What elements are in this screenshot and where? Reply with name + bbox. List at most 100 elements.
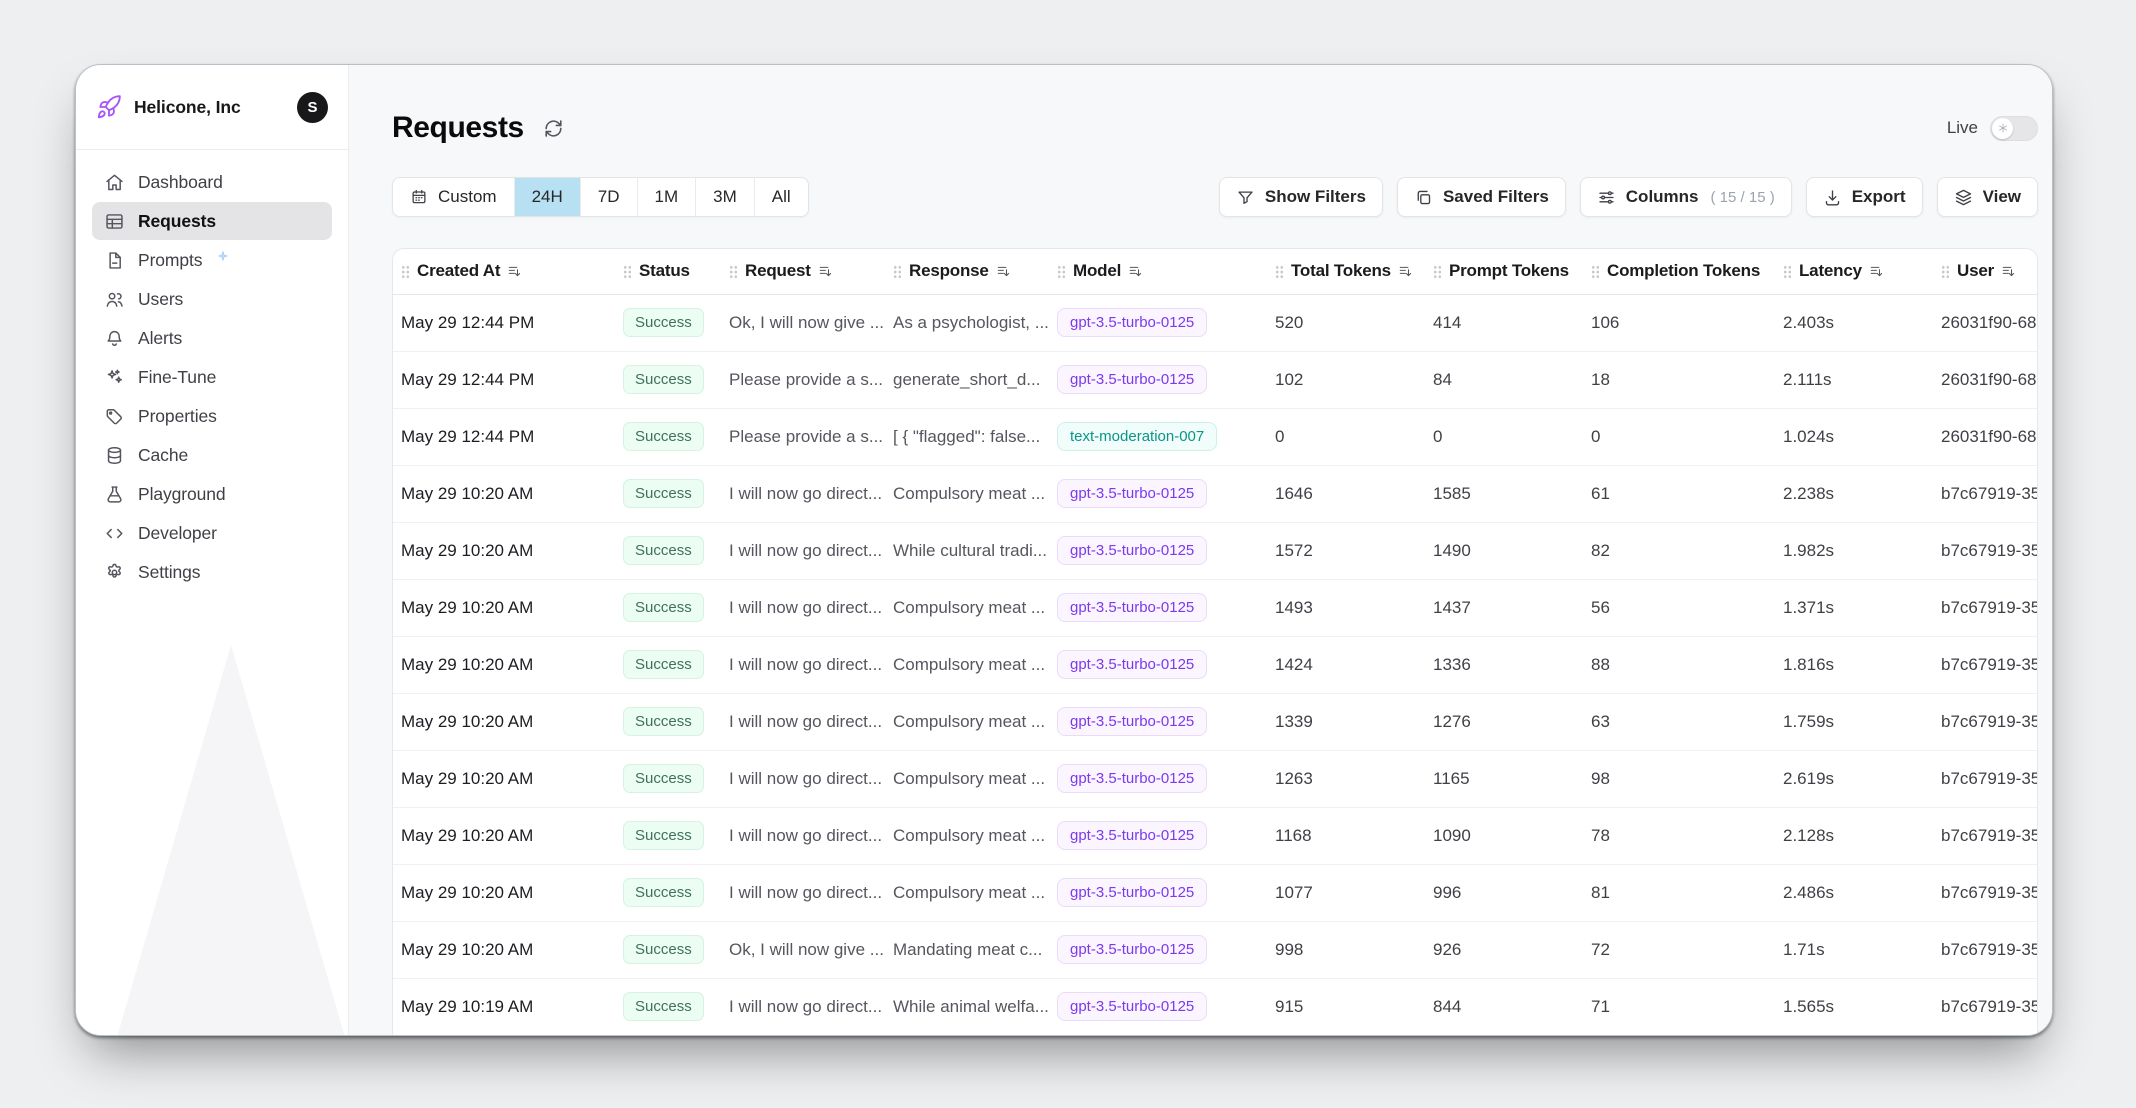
table-row[interactable]: May 29 10:20 AMSuccessI will now go dire… [393,522,2038,579]
refresh-icon[interactable] [542,117,565,140]
sidebar-item-alerts[interactable]: Alerts [92,319,332,357]
cell-request: I will now go direct... [721,636,885,693]
table-row[interactable]: May 29 10:20 AMSuccessI will now go dire… [393,579,2038,636]
drag-handle-icon[interactable] [893,264,902,278]
table-row[interactable]: May 29 12:44 PMSuccessPlease provide a s… [393,408,2038,465]
column-header-response[interactable]: Response [885,249,1049,294]
sidebar-item-playground[interactable]: Playground [92,475,332,513]
column-header-created-at[interactable]: Created At [393,249,615,294]
sort-icon[interactable] [1128,264,1143,279]
time-range-custom[interactable]: Custom [393,178,514,216]
model-badge: gpt-3.5-turbo-0125 [1057,992,1207,1021]
download-icon [1823,188,1842,207]
column-header-request[interactable]: Request [721,249,885,294]
sidebar-item-label: Fine-Tune [138,367,216,388]
column-header-total-tokens[interactable]: Total Tokens [1267,249,1425,294]
drag-handle-icon[interactable] [1591,264,1600,278]
cell-prompt-tokens: 926 [1425,921,1583,978]
column-header-completion-tokens[interactable]: Completion Tokens [1583,249,1775,294]
sidebar-item-settings[interactable]: Settings [92,553,332,591]
drag-handle-icon[interactable] [401,264,410,278]
cell-user: b7c67919-35 [1933,465,2038,522]
time-range-24h[interactable]: 24H [514,178,580,216]
time-range-all[interactable]: All [754,178,808,216]
table-row[interactable]: May 29 10:20 AMSuccessI will now go dire… [393,807,2038,864]
time-range-1m[interactable]: 1M [637,178,696,216]
table-row[interactable]: May 29 10:20 AMSuccessI will now go dire… [393,693,2038,750]
cell-created-at: May 29 10:20 AM [393,750,615,807]
sort-icon[interactable] [996,264,1011,279]
table-row[interactable]: May 29 10:20 AMSuccessOk, I will now giv… [393,921,2038,978]
time-range-3m[interactable]: 3M [695,178,754,216]
columns-button[interactable]: Columns( 15 / 15 ) [1580,177,1792,217]
drag-handle-icon[interactable] [1275,264,1284,278]
drag-handle-icon[interactable] [1433,264,1442,278]
cell-latency: 2.486s [1775,864,1933,921]
time-range-label: 1M [655,187,679,207]
drag-handle-icon[interactable] [1057,264,1066,278]
column-header-model[interactable]: Model [1049,249,1267,294]
sidebar-item-users[interactable]: Users [92,280,332,318]
cell-user: 26031f90-68 [1933,294,2038,351]
user-avatar[interactable]: S [297,92,328,123]
tag-icon [104,406,125,427]
cell-response: Compulsory meat ... [885,693,1049,750]
cell-request: I will now go direct... [721,807,885,864]
cell-latency: 2.403s [1775,294,1933,351]
table-row[interactable]: May 29 10:20 AMSuccessI will now go dire… [393,750,2038,807]
cell-model: gpt-3.5-turbo-0125 [1049,807,1267,864]
status-badge: Success [623,878,704,907]
column-header-status[interactable]: Status [615,249,721,294]
sort-icon[interactable] [818,264,833,279]
cell-model: gpt-3.5-turbo-0125 [1049,579,1267,636]
cell-prompt-tokens: 1090 [1425,807,1583,864]
cell-completion-tokens: 106 [1583,294,1775,351]
table-row[interactable]: May 29 10:19 AMSuccessI will now go dire… [393,978,2038,1035]
table-row[interactable]: May 29 10:20 AMSuccessI will now go dire… [393,465,2038,522]
sidebar-item-cache[interactable]: Cache [92,436,332,474]
table-row[interactable]: May 29 12:44 PMSuccessPlease provide a s… [393,351,2038,408]
column-header-latency[interactable]: Latency [1775,249,1933,294]
sidebar-item-dashboard[interactable]: Dashboard [92,163,332,201]
column-header-label: Status [639,261,690,281]
sort-icon[interactable] [1398,264,1413,279]
cell-user: 26031f90-68 [1933,408,2038,465]
view-button[interactable]: View [1937,177,2038,217]
drag-handle-icon[interactable] [1783,264,1792,278]
org-header[interactable]: Helicone, Inc S [76,65,348,149]
time-range-7d[interactable]: 7D [580,178,637,216]
users-icon [104,289,125,310]
table-row[interactable]: May 29 10:20 AMSuccessI will now go dire… [393,636,2038,693]
cell-model: gpt-3.5-turbo-0125 [1049,693,1267,750]
sidebar-item-developer[interactable]: Developer [92,514,332,552]
cell-prompt-tokens: 1336 [1425,636,1583,693]
show-filters-button[interactable]: Show Filters [1219,177,1383,217]
column-header-user[interactable]: User [1933,249,2038,294]
cell-latency: 1.982s [1775,522,1933,579]
sidebar-item-properties[interactable]: Properties [92,397,332,435]
table-row[interactable]: May 29 12:44 PMSuccessOk, I will now giv… [393,294,2038,351]
cell-status: Success [615,807,721,864]
button-label: Export [1852,187,1906,207]
column-header-prompt-tokens[interactable]: Prompt Tokens [1425,249,1583,294]
table-row[interactable]: May 29 10:20 AMSuccessI will now go dire… [393,864,2038,921]
sidebar-item-prompts[interactable]: Prompts [92,241,332,279]
cell-user: b7c67919-35 [1933,864,2038,921]
live-toggle[interactable] [1990,116,2038,141]
cell-created-at: May 29 10:20 AM [393,693,615,750]
sort-icon[interactable] [507,264,522,279]
drag-handle-icon[interactable] [1941,264,1950,278]
drag-handle-icon[interactable] [623,264,632,278]
cell-response: Mandating meat c... [885,921,1049,978]
export-button[interactable]: Export [1806,177,1923,217]
cell-request: Please provide a s... [721,351,885,408]
sort-icon[interactable] [1869,264,1884,279]
sidebar-item-requests[interactable]: Requests [92,202,332,240]
cell-user: b7c67919-35 [1933,807,2038,864]
model-badge: gpt-3.5-turbo-0125 [1057,935,1207,964]
saved-filters-button[interactable]: Saved Filters [1397,177,1566,217]
sparkles-icon [104,367,125,388]
sidebar-item-fine-tune[interactable]: Fine-Tune [92,358,332,396]
sort-icon[interactable] [2001,264,2016,279]
drag-handle-icon[interactable] [729,264,738,278]
